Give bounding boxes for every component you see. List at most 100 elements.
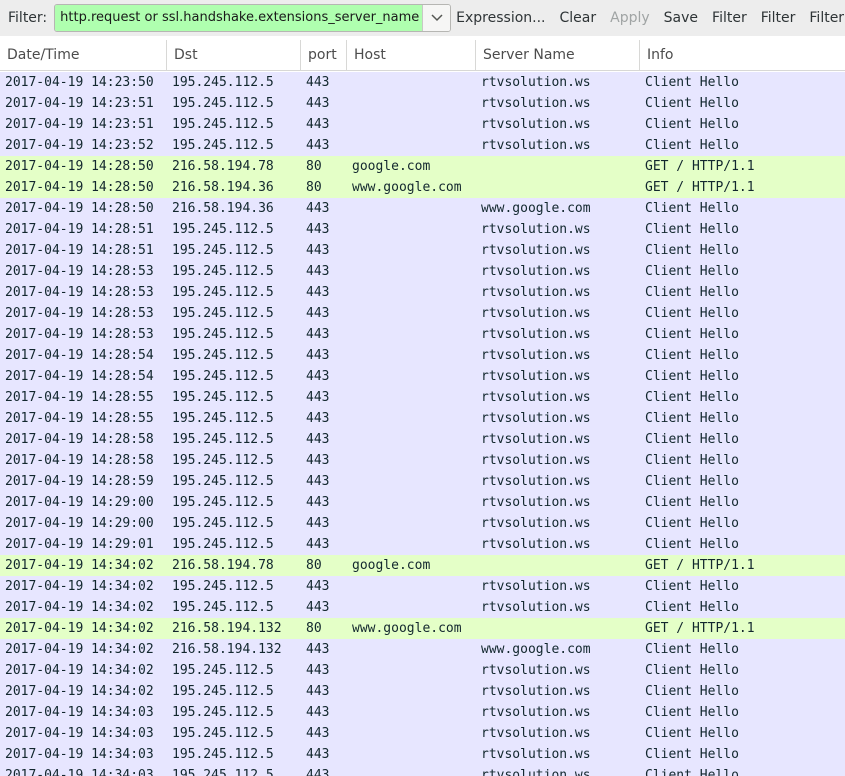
table-row[interactable]: 2017-04-19 14:34:02 216.58.194.78 80 google…: [0, 555, 845, 576]
table-row[interactable]: 2017-04-19 14:23:50 195.245.112.5 443 rtvso…: [0, 72, 845, 93]
table-row[interactable]: 2017-04-19 14:28:53 195.245.112.5 443 rtvso…: [0, 282, 845, 303]
table-row[interactable]: 2017-04-19 14:28:59 195.245.112.5 443 rtvso…: [0, 471, 845, 492]
cell-port: 443: [306, 390, 330, 405]
cell-port: 443: [306, 747, 330, 762]
filter-button-3[interactable]: Filter: [809, 10, 844, 26]
cell-datetime: 2017-04-19 14:23:52: [5, 138, 154, 153]
cell-host: [352, 639, 476, 660]
table-row[interactable]: 2017-04-19 14:28:58 195.245.112.5 443 rtvso…: [0, 429, 845, 450]
table-row[interactable]: 2017-04-19 14:28:55 195.245.112.5 443 rtvso…: [0, 408, 845, 429]
table-row[interactable]: 2017-04-19 14:34:03 195.245.112.5 443 rtvso…: [0, 723, 845, 744]
cell-info: GET / HTTP/1.1: [645, 180, 755, 195]
save-button[interactable]: Save: [664, 10, 698, 26]
table-row[interactable]: 2017-04-19 14:23:51 195.245.112.5 443 rtvso…: [0, 93, 845, 114]
table-row[interactable]: 2017-04-19 14:28:58 195.245.112.5 443 rtvso…: [0, 450, 845, 471]
cell-host: www.google.com: [352, 180, 462, 195]
table-row[interactable]: 2017-04-19 14:28:51 195.245.112.5 443 rtvso…: [0, 219, 845, 240]
cell-host: [352, 219, 476, 240]
column-header-info[interactable]: Info: [640, 40, 845, 71]
cell-server-name: rtvsolution.ws: [481, 705, 591, 720]
cell-info: Client Hello: [645, 222, 739, 237]
table-row[interactable]: 2017-04-19 14:28:53 195.245.112.5 443 rtvso…: [0, 324, 845, 345]
cell-dst: 195.245.112.5: [172, 705, 274, 720]
cell-dst: 195.245.112.5: [172, 579, 274, 594]
cell-datetime: 2017-04-19 14:34:02: [5, 663, 154, 678]
cell-host: [352, 93, 476, 114]
filter-input[interactable]: http.request or ssl.handshake.extensions…: [55, 5, 423, 31]
cell-host: [352, 702, 476, 723]
packet-list[interactable]: 2017-04-19 14:23:50 195.245.112.5 443 rtvso…: [0, 72, 845, 776]
cell-info: Client Hello: [645, 96, 739, 111]
table-row[interactable]: 2017-04-19 14:34:02 195.245.112.5 443 rtvso…: [0, 660, 845, 681]
filter-label: Filter:: [8, 10, 48, 26]
cell-server-name: rtvsolution.ws: [481, 537, 591, 552]
expression-button[interactable]: Expression...: [456, 10, 545, 26]
table-row[interactable]: 2017-04-19 14:34:02 195.245.112.5 443 rtvso…: [0, 681, 845, 702]
table-row[interactable]: 2017-04-19 14:34:02 216.58.194.132 80 www.g…: [0, 618, 845, 639]
cell-server-name: rtvsolution.ws: [481, 117, 591, 132]
cell-server-name: [481, 618, 639, 639]
apply-button[interactable]: Apply: [610, 10, 650, 26]
table-row[interactable]: 2017-04-19 14:34:02 195.245.112.5 443 rtvso…: [0, 576, 845, 597]
cell-dst: 195.245.112.5: [172, 285, 274, 300]
cell-host: [352, 324, 476, 345]
clear-button[interactable]: Clear: [560, 10, 597, 26]
table-row[interactable]: 2017-04-19 14:28:50 216.58.194.78 80 google…: [0, 156, 845, 177]
cell-dst: 195.245.112.5: [172, 348, 274, 363]
cell-datetime: 2017-04-19 14:28:50: [5, 201, 154, 216]
cell-host: [352, 534, 476, 555]
cell-host: [352, 240, 476, 261]
table-row[interactable]: 2017-04-19 14:34:03 195.245.112.5 443 rtvso…: [0, 765, 845, 776]
table-row[interactable]: 2017-04-19 14:28:50 216.58.194.36 443 www.g…: [0, 198, 845, 219]
table-row[interactable]: 2017-04-19 14:28:54 195.245.112.5 443 rtvso…: [0, 366, 845, 387]
column-header-dst[interactable]: Dst: [167, 40, 301, 71]
table-row[interactable]: 2017-04-19 14:29:01 195.245.112.5 443 rtvso…: [0, 534, 845, 555]
cell-port: 80: [306, 621, 322, 636]
table-row[interactable]: 2017-04-19 14:28:53 195.245.112.5 443 rtvso…: [0, 303, 845, 324]
display-filter-toolbar: Filter: http.request or ssl.handshake.ex…: [0, 0, 845, 36]
table-row[interactable]: 2017-04-19 14:23:51 195.245.112.5 443 rtvso…: [0, 114, 845, 135]
table-row[interactable]: 2017-04-19 14:29:00 195.245.112.5 443 rtvso…: [0, 513, 845, 534]
cell-info: Client Hello: [645, 75, 739, 90]
table-row[interactable]: 2017-04-19 14:28:55 195.245.112.5 443 rtvso…: [0, 387, 845, 408]
cell-info: Client Hello: [645, 768, 739, 776]
cell-dst: 216.58.194.132: [172, 621, 282, 636]
cell-server-name: rtvsolution.ws: [481, 411, 591, 426]
table-row[interactable]: 2017-04-19 14:28:53 195.245.112.5 443 rtvso…: [0, 261, 845, 282]
table-row[interactable]: 2017-04-19 14:23:52 195.245.112.5 443 rtvso…: [0, 135, 845, 156]
cell-port: 443: [306, 432, 330, 447]
filter-dropdown-button[interactable]: [422, 5, 451, 31]
table-row[interactable]: 2017-04-19 14:28:50 216.58.194.36 80 www.go…: [0, 177, 845, 198]
cell-dst: 216.58.194.36: [172, 180, 274, 195]
cell-port: 443: [306, 516, 330, 531]
cell-dst: 195.245.112.5: [172, 306, 274, 321]
cell-host: [352, 261, 476, 282]
cell-host: [352, 198, 476, 219]
cell-host: [352, 366, 476, 387]
column-header-server-name[interactable]: Server Name: [476, 40, 640, 71]
cell-dst: 216.58.194.78: [172, 159, 274, 174]
table-row[interactable]: 2017-04-19 14:28:54 195.245.112.5 443 rtvso…: [0, 345, 845, 366]
table-row[interactable]: 2017-04-19 14:34:02 195.245.112.5 443 rtvso…: [0, 597, 845, 618]
cell-server-name: [481, 177, 639, 198]
filter-button-2[interactable]: Filter: [761, 10, 796, 26]
column-header-port[interactable]: port: [301, 40, 347, 71]
column-header-datetime[interactable]: Date/Time: [0, 40, 167, 71]
cell-info: Client Hello: [645, 495, 739, 510]
cell-server-name: rtvsolution.ws: [481, 747, 591, 762]
filter-combobox[interactable]: http.request or ssl.handshake.extensions…: [54, 4, 452, 32]
cell-info: Client Hello: [645, 390, 739, 405]
cell-port: 443: [306, 138, 330, 153]
table-row[interactable]: 2017-04-19 14:34:03 195.245.112.5 443 rtvso…: [0, 702, 845, 723]
cell-dst: 195.245.112.5: [172, 390, 274, 405]
cell-port: 443: [306, 369, 330, 384]
table-row[interactable]: 2017-04-19 14:28:51 195.245.112.5 443 rtvso…: [0, 240, 845, 261]
cell-port: 443: [306, 579, 330, 594]
table-row[interactable]: 2017-04-19 14:34:02 216.58.194.132 443 www.…: [0, 639, 845, 660]
chevron-down-icon: [431, 14, 443, 22]
table-row[interactable]: 2017-04-19 14:29:00 195.245.112.5 443 rtvso…: [0, 492, 845, 513]
cell-info: Client Hello: [645, 117, 739, 132]
filter-button-1[interactable]: Filter: [712, 10, 747, 26]
table-row[interactable]: 2017-04-19 14:34:03 195.245.112.5 443 rtvso…: [0, 744, 845, 765]
column-header-host[interactable]: Host: [347, 40, 476, 71]
